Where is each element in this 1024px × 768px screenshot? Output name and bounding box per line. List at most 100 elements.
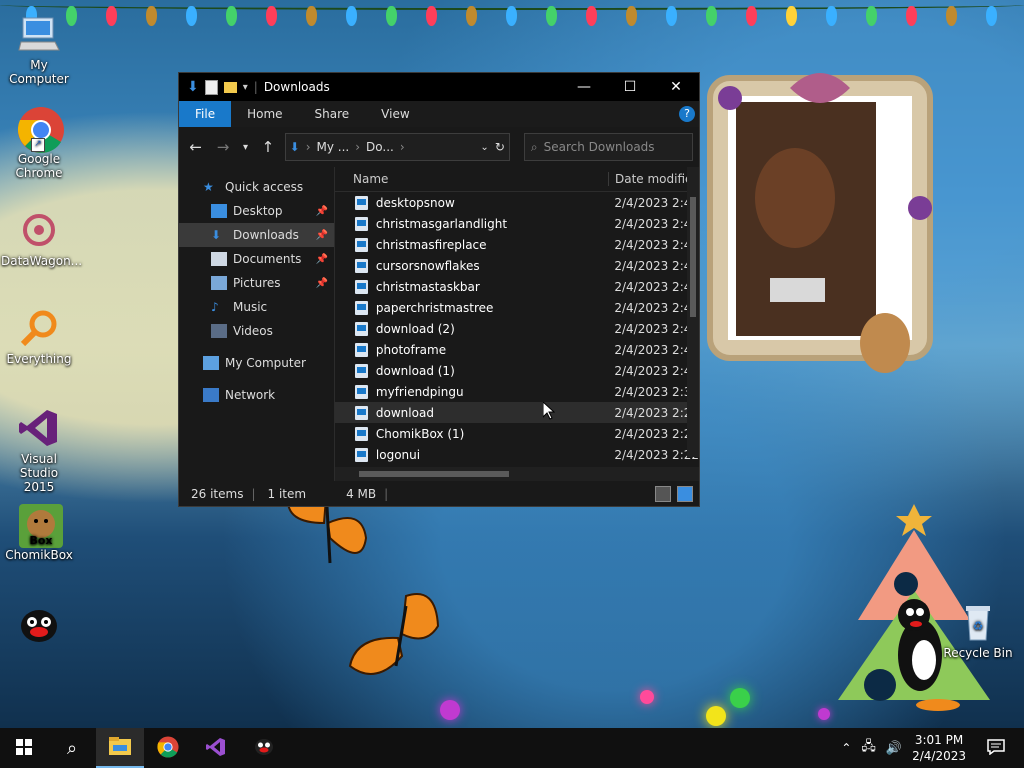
file-row[interactable]: logonui 2/4/2023 2:22 [335,444,699,465]
file-row[interactable]: myfriendpingu 2/4/2023 2:39 [335,381,699,402]
pin-icon[interactable]: 📌 [316,278,328,289]
file-row[interactable]: download (1) 2/4/2023 2:41 [335,360,699,381]
status-bar: 26 items | 1 item 4 MB | [179,482,699,506]
properties-icon[interactable] [204,79,218,95]
desktop-icon-recycle-bin[interactable]: ♻ Recycle Bin [940,600,1016,660]
back-button[interactable]: ← [185,138,206,156]
file-row[interactable]: download 2/4/2023 2:29 [335,402,699,423]
tab-home[interactable]: Home [231,101,298,127]
pingu-icon [17,604,61,648]
nav-item-desktop[interactable]: Desktop 📌 [179,199,334,223]
show-hidden-icons-icon[interactable]: ⌃ [841,741,851,755]
nav-item-pictures[interactable]: Pictures 📌 [179,271,334,295]
file-row[interactable]: photoframe 2/4/2023 2:42 [335,339,699,360]
pingu-icon [253,736,275,761]
help-icon[interactable]: ? [679,106,695,122]
address-dropdown-icon[interactable]: ⌄ [480,142,488,153]
file-row[interactable]: ChomikBox (1) 2/4/2023 2:26 [335,423,699,444]
column-header-name[interactable]: Name [335,172,608,186]
svg-text:♻: ♻ [973,619,984,633]
search-icon: ⌕ [66,737,78,759]
downloads-folder-icon: ⬇ [211,228,222,242]
datawagon-icon [17,208,61,252]
refresh-icon[interactable]: ↻ [495,140,505,154]
new-folder-icon[interactable] [223,81,237,93]
nav-item-documents[interactable]: Documents 📌 [179,247,334,271]
start-button[interactable] [0,728,48,768]
file-row[interactable]: download (2) 2/4/2023 2:43 [335,318,699,339]
nav-item-videos[interactable]: Videos [179,319,334,343]
nav-item-downloads[interactable]: ⬇ Downloads 📌 [179,223,334,247]
downloads-arrow-icon: ⬇ [187,79,199,95]
file-list: Name Date modifie desktopsnow 2/4/2023 2:… [335,167,699,481]
file-row[interactable]: cursorsnowflakes 2/4/2023 2:46 [335,255,699,276]
ribbon-tabs: File Home Share View ? [179,101,699,127]
downloads-arrow-icon: ⬇ [289,140,300,154]
desktop-icon-datawagon[interactable]: DataWagon... [1,208,82,268]
horizontal-scrollbar[interactable] [335,467,699,481]
file-icon [355,426,368,441]
address-bar[interactable]: ⬇ › My ... › Do... › ⌄ ↻ [284,133,510,161]
notifications-icon [987,738,1005,758]
recent-locations-button[interactable]: ▾ [240,142,252,153]
close-button[interactable]: ✕ [653,73,699,101]
search-box[interactable]: ⌕ Search Downloads [523,133,693,161]
file-row[interactable]: christmasgarlandlight 2/4/2023 2:47 [335,213,699,234]
scrollbar-thumb[interactable] [690,197,696,317]
taskbar-file-explorer[interactable] [96,728,144,768]
desktop-icon-visual-studio[interactable]: Visual Studio 2015 [1,406,77,494]
tab-view[interactable]: View [365,101,425,127]
nav-item-quick-access[interactable]: ★ Quick access [179,175,334,199]
customize-quick-access-icon[interactable]: ▾ [243,82,248,93]
file-explorer-window[interactable]: ⬇ ▾ | Downloads — ☐ ✕ File Home Share Vi… [178,72,700,507]
large-icons-view-button[interactable] [677,486,693,502]
tab-share[interactable]: Share [299,101,366,127]
clock[interactable]: 3:01 PM 2/4/2023 [912,732,966,764]
taskbar-pingu[interactable] [240,728,288,768]
light-dot [640,690,654,704]
nav-item-network[interactable]: Network [179,383,334,407]
file-row[interactable]: desktopsnow 2/4/2023 2:47 [335,192,699,213]
nav-item-music[interactable]: ♪ Music [179,295,334,319]
search-input[interactable]: Search Downloads [544,140,655,154]
title-bar[interactable]: ⬇ ▾ | Downloads — ☐ ✕ [179,73,699,101]
network-status-icon[interactable]: 🖧 [861,737,876,759]
light-dot [730,688,750,708]
clock-time: 3:01 PM [914,733,964,747]
desktop-icon-everything[interactable]: Everything [1,306,77,366]
up-button[interactable]: ↑ [257,138,278,156]
maximize-button[interactable]: ☐ [607,73,653,101]
column-header-date[interactable]: Date modifie [608,172,692,186]
desktop-icon-my-computer[interactable]: My Computer [1,12,77,86]
taskbar-search-button[interactable]: ⌕ [48,728,96,768]
desktop-icon-chomikbox[interactable]: Box ChomikBox [1,502,77,562]
file-icon [355,363,368,378]
documents-folder-icon [211,252,227,266]
forward-button[interactable]: → [212,138,233,156]
visual-studio-icon [205,736,227,761]
taskbar-visual-studio[interactable] [192,728,240,768]
breadcrumb-downloads[interactable]: Do... [366,140,394,154]
taskbar-chrome[interactable] [144,728,192,768]
pin-icon[interactable]: 📌 [316,206,328,217]
file-icon [355,216,368,231]
details-view-button[interactable] [655,486,671,502]
pin-icon[interactable]: 📌 [316,254,328,265]
file-row[interactable]: christmasfireplace 2/4/2023 2:47 [335,234,699,255]
file-row[interactable]: christmastaskbar 2/4/2023 2:46 [335,276,699,297]
windows-logo-icon [16,738,32,758]
volume-icon[interactable]: 🔊 [886,741,902,756]
desktop-icon-pingu[interactable] [1,604,77,650]
action-center-button[interactable] [976,728,1016,768]
minimize-button[interactable]: — [561,73,607,101]
vertical-scrollbar[interactable] [687,167,699,457]
navigation-pane: ★ Quick access Desktop 📌 ⬇ Downloads 📌 D… [179,167,335,481]
nav-item-my-computer[interactable]: My Computer [179,351,334,375]
breadcrumb-my-computer[interactable]: My ... [317,140,350,154]
scrollbar-thumb[interactable] [359,471,509,477]
file-row[interactable]: paperchristmastree 2/4/2023 2:45 [335,297,699,318]
pin-icon[interactable]: 📌 [316,230,328,241]
desktop-icon-google-chrome[interactable]: ↗ Google Chrome [1,106,77,180]
star-icon: ★ [203,180,214,194]
tab-file[interactable]: File [179,101,232,127]
